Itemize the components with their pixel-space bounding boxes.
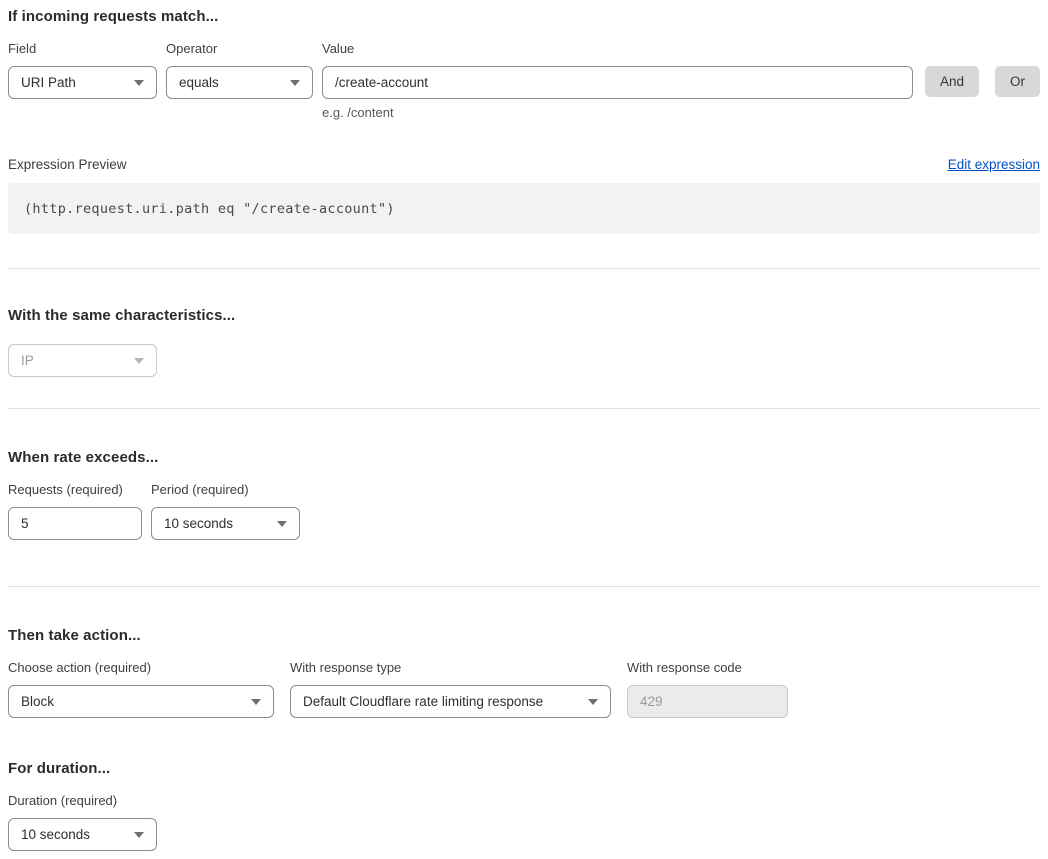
choose-action-select-value: Block: [21, 694, 54, 709]
duration-select[interactable]: 10 seconds: [8, 818, 157, 851]
characteristics-heading: With the same characteristics...: [8, 307, 1040, 324]
operator-select-value: equals: [179, 75, 219, 90]
chevron-down-icon: [134, 832, 144, 838]
characteristic-select: IP: [8, 344, 157, 377]
response-code-label: With response code: [627, 660, 788, 675]
value-hint: e.g. /content: [322, 105, 913, 120]
period-select-value: 10 seconds: [164, 516, 233, 531]
operator-label: Operator: [166, 41, 313, 56]
section-action: Then take action... Choose action (requi…: [8, 627, 1040, 718]
response-code-input: [627, 685, 788, 718]
choose-action-label: Choose action (required): [8, 660, 274, 675]
expression-code-text: (http.request.uri.path eq "/create-accou…: [24, 201, 395, 217]
chevron-down-icon: [277, 521, 287, 527]
response-type-select-value: Default Cloudflare rate limiting respons…: [303, 694, 543, 709]
response-type-label: With response type: [290, 660, 611, 675]
value-label: Value: [322, 41, 913, 56]
match-rule-row: Field URI Path Operator equals Value e.g…: [8, 41, 1040, 120]
requests-column: Requests (required): [8, 482, 142, 540]
response-code-column: With response code: [627, 660, 788, 718]
value-input[interactable]: [322, 66, 913, 99]
rate-limiting-rule-form: If incoming requests match... Field URI …: [8, 8, 1040, 851]
section-characteristics: With the same characteristics... IP: [8, 307, 1040, 377]
requests-label: Requests (required): [8, 482, 142, 497]
characteristic-select-value: IP: [21, 353, 34, 368]
logic-buttons: And Or: [925, 41, 1040, 97]
requests-input[interactable]: [8, 507, 142, 540]
section-divider: [8, 408, 1040, 409]
operator-column: Operator equals: [166, 41, 313, 99]
or-button[interactable]: Or: [995, 66, 1040, 97]
chevron-down-icon: [134, 358, 144, 364]
section-divider: [8, 586, 1040, 587]
response-type-column: With response type Default Cloudflare ra…: [290, 660, 611, 718]
period-column: Period (required) 10 seconds: [151, 482, 300, 540]
operator-select[interactable]: equals: [166, 66, 313, 99]
field-select-value: URI Path: [21, 75, 76, 90]
period-select[interactable]: 10 seconds: [151, 507, 300, 540]
section-incoming-requests: If incoming requests match... Field URI …: [8, 8, 1040, 234]
period-label: Period (required): [151, 482, 300, 497]
chevron-down-icon: [134, 80, 144, 86]
field-column: Field URI Path: [8, 41, 157, 99]
expression-preview-header: Expression Preview Edit expression: [8, 157, 1040, 172]
chevron-down-icon: [251, 699, 261, 705]
duration-column: Duration (required) 10 seconds: [8, 793, 157, 851]
value-column: Value e.g. /content: [322, 41, 913, 120]
edit-expression-link[interactable]: Edit expression: [948, 157, 1040, 172]
incoming-requests-heading: If incoming requests match...: [8, 8, 1040, 25]
rate-row: Requests (required) Period (required) 10…: [8, 482, 1040, 540]
rate-heading: When rate exceeds...: [8, 449, 1040, 466]
duration-heading: For duration...: [8, 760, 1040, 777]
response-type-select[interactable]: Default Cloudflare rate limiting respons…: [290, 685, 611, 718]
field-label: Field: [8, 41, 157, 56]
section-rate: When rate exceeds... Requests (required)…: [8, 449, 1040, 540]
and-button[interactable]: And: [925, 66, 979, 97]
choose-action-column: Choose action (required) Block: [8, 660, 274, 718]
duration-label: Duration (required): [8, 793, 157, 808]
choose-action-select[interactable]: Block: [8, 685, 274, 718]
action-heading: Then take action...: [8, 627, 1040, 644]
expression-preview-label: Expression Preview: [8, 157, 127, 172]
chevron-down-icon: [290, 80, 300, 86]
section-duration: For duration... Duration (required) 10 s…: [8, 760, 1040, 851]
duration-select-value: 10 seconds: [21, 827, 90, 842]
action-row: Choose action (required) Block With resp…: [8, 660, 1040, 718]
section-divider: [8, 268, 1040, 269]
expression-preview-box: (http.request.uri.path eq "/create-accou…: [8, 183, 1040, 234]
chevron-down-icon: [588, 699, 598, 705]
field-select[interactable]: URI Path: [8, 66, 157, 99]
